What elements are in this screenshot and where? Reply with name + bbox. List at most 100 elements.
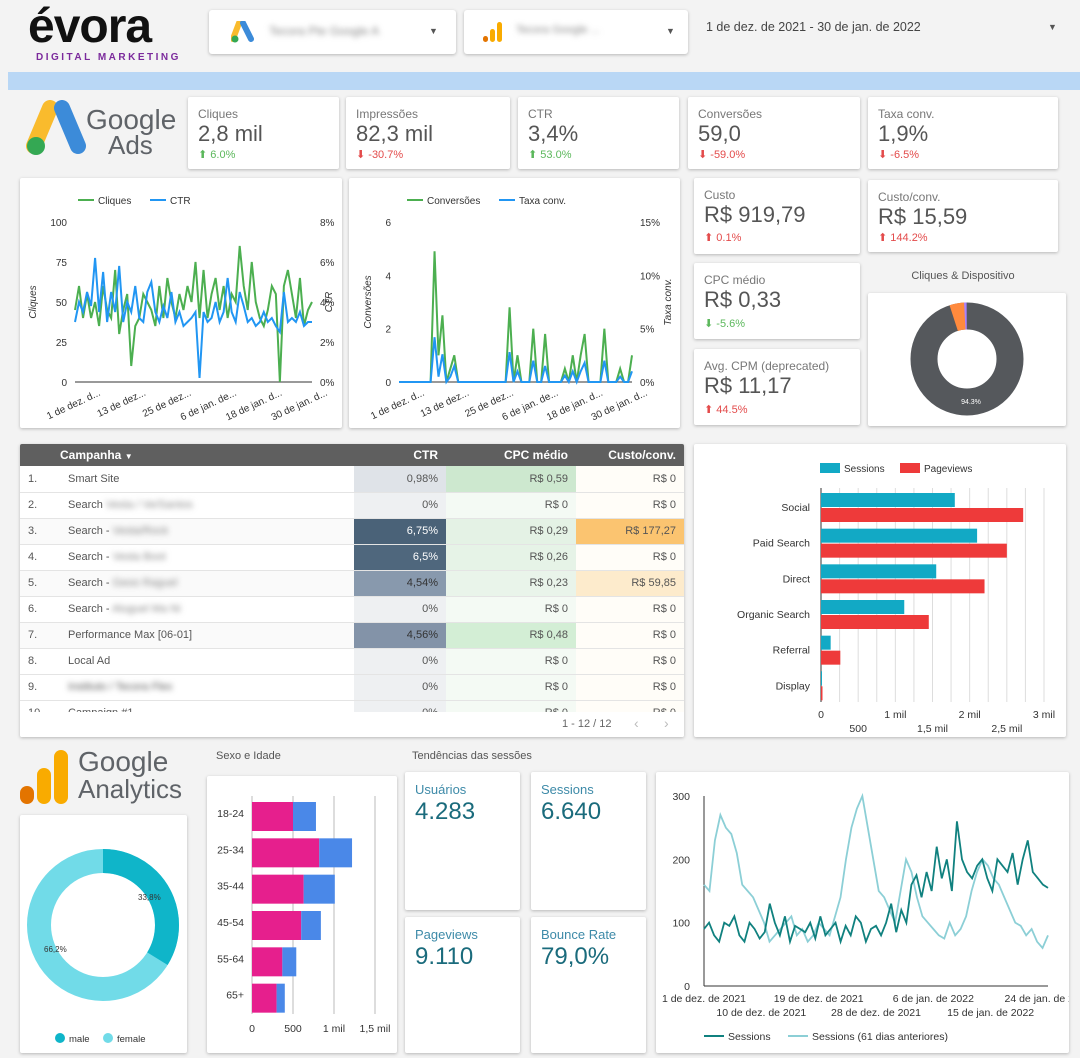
legend-label: Sessions (728, 1031, 771, 1043)
device-chart-title: Cliques & Dispositivo (911, 270, 1015, 282)
chevron-down-icon: ▼ (666, 26, 675, 36)
sessions-trend-line-chart: 300 200 100 01 de dez. de 2021 10 de dez. de… (662, 791, 1080, 1043)
row-index: 8. (20, 648, 60, 675)
date-range-value: 1 de dez. de 2021 - 30 de jan. de 2022 (706, 20, 921, 34)
x-tick-label: 0 (818, 709, 824, 721)
kpi-value: R$ 15,59 (878, 204, 968, 229)
header-cpc-medio[interactable]: CPC médio (446, 444, 576, 466)
account-selector[interactable]: Tecora Pte Google A ▼ (209, 10, 456, 54)
y-tick-label: 200 (672, 854, 690, 866)
custo-conv-cell: R$ 0 (576, 648, 684, 675)
campaign-name: Search - Vesta Boot (60, 544, 354, 571)
table-row[interactable]: 7. Performance Max [06-01] 4,56% R$ 0,48 R$ … (20, 622, 684, 649)
conversoes-taxa-line-chart: Conversões Taxa conv. 6 4 2 0 15% 10% 5% 0% Conver… (363, 196, 674, 423)
table-row[interactable]: 6. Search - Aluguel Ma Ni 0% R$ 0 R$ 0 (20, 596, 684, 623)
kpi-label: Impressões (356, 107, 419, 121)
slice-label: 33,8% (138, 893, 161, 902)
date-range-selector[interactable]: 1 de dez. de 2021 - 30 de jan. de 2022 ▼ (706, 18, 1061, 46)
x-tick-label: 1,5 mil (360, 1023, 391, 1035)
header-campanha[interactable]: Campanha ▼ (60, 444, 354, 466)
header-custo-conv[interactable]: Custo/conv. (576, 444, 684, 466)
bar-male (282, 947, 297, 977)
y-tick-label: 100 (50, 218, 67, 229)
kpi-value: 3,4% (528, 121, 579, 146)
gender-age-title: Sexo e Idade (216, 750, 281, 762)
y2-tick-label: 8% (320, 218, 335, 229)
bar-sessions (821, 671, 822, 686)
x-tick-label: 1 de dez. d... (369, 388, 426, 422)
kpi-value: 59,0 (698, 121, 741, 146)
kpi-card-cpc-medio: CPC médio R$ 0,33 ⬇ -5.6% (694, 263, 860, 339)
sort-desc-icon[interactable]: ▼ (125, 452, 133, 461)
device-pct-label: 94.3% (961, 399, 981, 406)
ctr-cell: 4,54% (354, 570, 446, 597)
table-row[interactable]: 2. Search Vesta / Ve/Santos 0% R$ 0 R$ 0 (20, 492, 684, 519)
bar-female (252, 911, 302, 940)
bar-pageviews (821, 543, 1007, 558)
y2-tick-label: 2% (320, 338, 335, 349)
legend-swatch (900, 463, 920, 473)
x-tick-label: 0 (249, 1023, 255, 1035)
kpi-value: R$ 0,33 (704, 287, 782, 312)
category-label: 18-24 (217, 808, 244, 820)
campaign-table-card: Campanha ▼ CTR CPC médio Custo/conv. 1. S… (20, 444, 684, 737)
y-tick-label: 75 (56, 258, 68, 269)
row-index: 3. (20, 518, 60, 545)
kpi-delta: ⬇ -5.6% (704, 318, 746, 330)
y-tick-label: 0 (385, 378, 391, 389)
kpi-card-sessions: Sessions 6.640 (531, 772, 646, 910)
bar-female (252, 983, 277, 1013)
table-header-row: Campanha ▼ CTR CPC médio Custo/conv. (20, 444, 684, 466)
campaign-name: Search - Aluguel Ma Ni (60, 596, 354, 623)
x-tick-label: 2,5 mil (991, 723, 1022, 735)
gender-age-chart-card: 18-24 25-34 35-44 45-54 55-64 65+ 0 500 1 mil 1,5… (207, 776, 397, 1053)
category-label: Organic Search (737, 609, 810, 621)
kpi-label: CTR (528, 107, 553, 121)
row-index: 2. (20, 492, 60, 519)
kpi-value: 1,9% (878, 121, 929, 146)
custo-conv-cell: R$ 0 (576, 544, 684, 571)
bar-female (252, 947, 283, 977)
header-divider-bar (8, 72, 1080, 90)
google-analytics-icon (20, 750, 68, 804)
category-label: Referral (773, 645, 810, 657)
donut-slice-desktop (910, 302, 1024, 416)
table-row[interactable]: 5. Search - Geoo Raguel 4,54% R$ 0,23 R$ 59,… (20, 570, 684, 597)
property-selector[interactable]: Tecora Google ... ▼ (464, 10, 688, 54)
cliques-ctr-chart-card: Cliques CTR 100 75 50 25 0 8% 6% 4% 2% 0% Cliques CTR… (20, 178, 342, 428)
x-tick-label: 1,5 mil (917, 723, 948, 735)
kpi-card-pageviews: Pageviews 9.110 (405, 917, 520, 1053)
table-row[interactable]: 8. Local Ad 0% R$ 0 R$ 0 (20, 648, 684, 675)
campaign-name: Local Ad (60, 648, 354, 675)
kpi-card-conversoes: Conversões 59,0 ⬇ -59.0% (688, 97, 860, 169)
kpi-label: Conversões (698, 107, 763, 121)
cpc-cell: R$ 0,59 (446, 466, 576, 493)
x-tick-label: 10 de dez. de 2021 (716, 1007, 806, 1019)
cliques-ctr-line-chart: Cliques CTR10075502508%6%4%2%0%Cliques CTR… (28, 196, 335, 423)
bar-sessions (821, 600, 905, 614)
kpi-label: Custo (704, 188, 736, 202)
prev-page-icon[interactable]: ‹ (634, 715, 639, 731)
table-row[interactable]: 4. Search - Vesta Boot 6,5% R$ 0,26 R$ 0 (20, 544, 684, 571)
bar-female (252, 802, 293, 831)
session-trends-title: Tendências das sessões (412, 750, 532, 762)
bar-sessions (821, 493, 955, 507)
table-row[interactable]: 3. Search - Vesta/Rock 6,75% R$ 0,29 R$ 177,… (20, 518, 684, 545)
next-page-icon[interactable]: › (664, 715, 669, 731)
bar-female (252, 838, 320, 868)
google-analytics-logo: Google Analytics (18, 746, 198, 808)
bar-male (319, 838, 353, 868)
category-label: Direct (783, 573, 811, 585)
ctr-cell: 0,98% (354, 466, 446, 493)
device-donut-chart: 94.3% (910, 302, 1024, 416)
custo-conv-cell: R$ 0 (576, 674, 684, 701)
x-tick-label: 15 de jan. de 2022 (947, 1007, 1034, 1019)
series-line-taxa-conv- (399, 337, 633, 385)
legend-label: Pageviews (924, 464, 972, 475)
y2-tick-label: 15% (640, 218, 660, 229)
header-ctr[interactable]: CTR (354, 444, 446, 466)
y-tick-label: 6 (385, 218, 391, 229)
table-row[interactable]: 1. Smart Site 0,98% R$ 0,59 R$ 0 (20, 466, 684, 493)
y2-tick-label: 6% (320, 258, 335, 269)
table-row[interactable]: 9. Instituto / Tecora Flex 0% R$ 0 R$ 0 (20, 674, 684, 701)
